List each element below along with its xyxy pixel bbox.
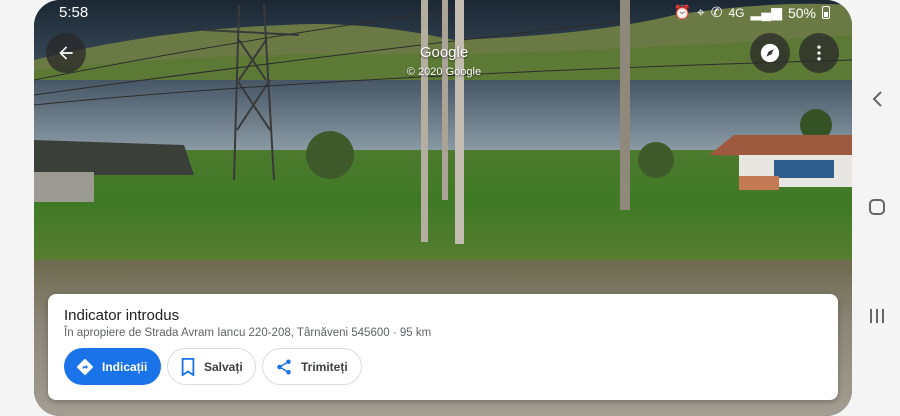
save-label: Salvați (204, 359, 243, 374)
status-icons: ⏰ ⌖ ✆ 4G ▂▄▆ 50% (673, 4, 830, 21)
directions-button[interactable]: Indicații (64, 348, 161, 385)
action-chips: Indicații Salvați Trimiteți (64, 348, 362, 385)
more-options-button[interactable] (799, 33, 839, 73)
signal-icon: ▂▄▆ (750, 4, 782, 20)
network-type: 4G (728, 5, 745, 20)
phone-screen: 5:58 ⏰ ⌖ ✆ 4G ▂▄▆ 50% Google © 2020 Goog… (34, 0, 852, 416)
chevron-left-icon (872, 91, 882, 107)
place-info-card[interactable]: Indicator introdus În apropiere de Strad… (48, 294, 838, 400)
arrow-back-icon (59, 46, 73, 60)
share-icon (275, 358, 293, 376)
wifi-call-icon: ✆ (710, 4, 723, 20)
recents-icon (870, 309, 884, 323)
more-vert-icon (817, 45, 821, 61)
bookmark-icon (180, 357, 196, 376)
system-nav-bar (852, 0, 900, 416)
compass-icon (760, 43, 780, 63)
copyright-text: © 2020 Google (406, 66, 482, 78)
place-address: În apropiere de Strada Avram Iancu 220-2… (64, 327, 432, 339)
back-button[interactable] (46, 33, 86, 73)
compass-button[interactable] (750, 33, 790, 73)
nav-back-button[interactable] (866, 88, 888, 110)
share-label: Trimiteți (301, 359, 348, 374)
save-button[interactable]: Salvați (167, 348, 256, 385)
nav-recents-button[interactable] (866, 305, 888, 327)
status-time: 5:58 (59, 4, 89, 21)
place-title: Indicator introdus (64, 307, 180, 324)
alarm-icon: ⏰ (673, 4, 691, 20)
location-icon: ⌖ (696, 4, 705, 20)
google-logo-text: Google (419, 44, 469, 61)
directions-label: Indicații (102, 359, 148, 374)
nav-home-button[interactable] (866, 196, 888, 218)
status-bar: 5:58 ⏰ ⌖ ✆ 4G ▂▄▆ 50% (34, 0, 852, 26)
battery-percent: 50% (787, 4, 816, 21)
battery-icon (822, 6, 830, 19)
directions-icon (76, 358, 94, 376)
share-button[interactable]: Trimiteți (262, 348, 362, 385)
home-icon (869, 199, 885, 215)
